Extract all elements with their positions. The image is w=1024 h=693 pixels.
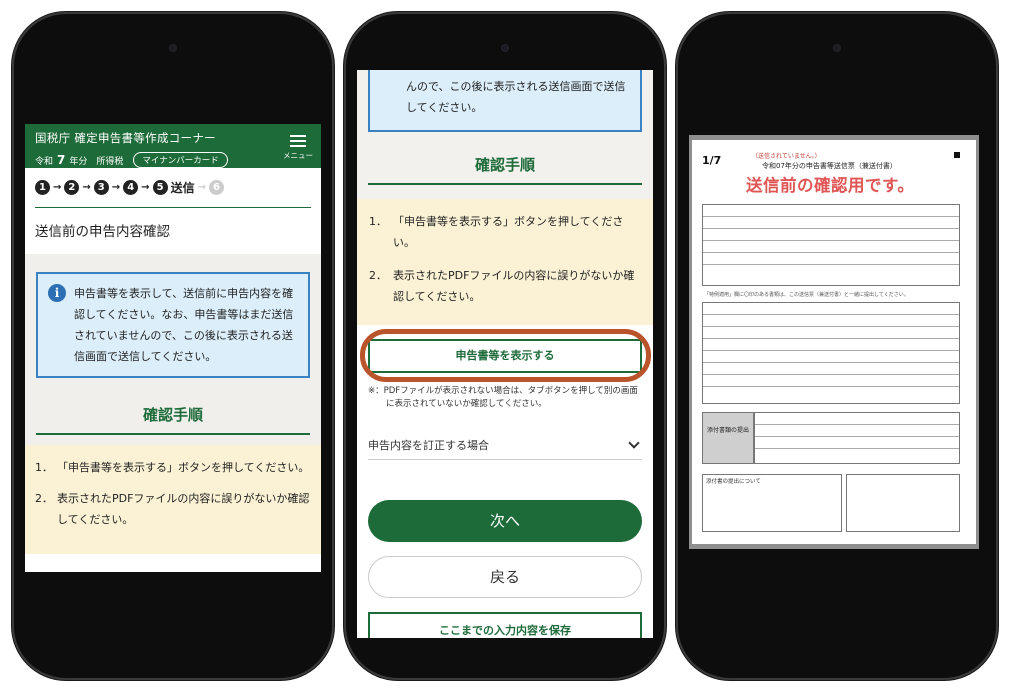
section-divider: [36, 433, 310, 435]
step-3-icon: 3: [93, 180, 109, 195]
list-item: 1． 「申告書等を表示する」ボタンを押してください。: [369, 215, 624, 249]
pdf-document[interactable]: 1/7 （送信されていません。） 令和07年分の申告書等送信票（兼送付書） 送信…: [692, 140, 976, 544]
step-4-icon: 4: [123, 180, 139, 195]
not-sent-warning: （送信されていません。）: [752, 153, 821, 160]
corner-mark: [954, 152, 960, 158]
camera-icon: [169, 44, 177, 52]
info-box: んので、この後に表示される送信画面で送信してください。: [368, 70, 642, 132]
section-note: 「特例適用」欄に〇印のある書類は、この送信票（兼送付書）と一緒に提出してください…: [704, 292, 909, 298]
step-5-icon: 5: [152, 180, 168, 195]
section-title: 確認手順: [474, 156, 535, 174]
section-divider: [368, 183, 642, 185]
list-item: 2． 表示されたPDFファイルの内容に誤りがないか確認してください。: [369, 269, 635, 303]
step-indicator: 1 → 2 → 3 → 4 → 5 送信 → 6: [25, 168, 321, 196]
phone-frame-1: 国税庁 確定申告書等作成コーナー 令和 7 年分 所得税 マイナンバーカード メ…: [14, 14, 332, 678]
screen-pdf-preview: 1/7 （送信されていません。） 令和07年分の申告書等送信票（兼送付書） 送信…: [689, 135, 979, 549]
chevron-down-icon: [628, 437, 640, 449]
camera-icon: [501, 44, 509, 52]
action-area: 申告書等を表示する ※：PDFファイルが表示されない場合は、タブボタンを押して別…: [357, 325, 653, 638]
page-indicator: 1/7: [702, 154, 722, 167]
current-step-label: 送信: [170, 181, 195, 195]
arrow-right-icon: →: [111, 182, 121, 193]
phone-frame-3: 1/7 （送信されていません。） 令和07年分の申告書等送信票（兼送付書） 送信…: [678, 14, 996, 678]
step-2-icon: 2: [64, 180, 80, 195]
arrow-right-icon: →: [141, 182, 150, 193]
save-input-button[interactable]: ここまでの入力内容を保存: [368, 612, 642, 638]
app-header: 国税庁 確定申告書等作成コーナー 令和 7 年分 所得税 マイナンバーカード メ…: [25, 124, 321, 168]
receipt-box: [846, 474, 960, 532]
form-table-top: [702, 204, 960, 286]
form-table-attachment: [754, 412, 960, 464]
attachment-label: 添付書類の提出: [702, 412, 754, 464]
screen-confirm-scrolled: んので、この後に表示される送信画面で送信してください。 確認手順 1． 「申告書等…: [357, 70, 653, 638]
pdf-note: ※：PDFファイルが表示されない場合は、タブボタンを押して別の画面に表示されてい…: [368, 386, 638, 409]
arrow-right-icon: →: [53, 182, 62, 193]
procedure-list: 1． 「申告書等を表示する」ボタンを押してください。 2． 表示されたPDFファイル…: [369, 211, 641, 307]
section-title: 確認手順: [142, 406, 203, 424]
correction-accordion[interactable]: 申告内容を訂正する場合: [368, 437, 642, 460]
procedure-list: 1． 「申告書等を表示する」ボタンを押してください。 2． 表示されたPDFファイル…: [35, 457, 311, 530]
list-item: 1． 「申告書等を表示する」ボタンを押してください。: [35, 461, 310, 474]
next-button[interactable]: 次へ: [368, 500, 642, 542]
era-label: 令和: [35, 156, 54, 167]
phone-frame-2: んので、この後に表示される送信画面で送信してください。 確認手順 1． 「申告書等…: [346, 14, 664, 678]
year-suffix: 年分: [69, 156, 88, 167]
footer-heading: 添付書の提出について: [706, 479, 761, 485]
back-button[interactable]: 戻る: [368, 556, 642, 598]
info-icon: i: [48, 284, 66, 302]
info-box: i 申告書等を表示して、送信前に申告内容を確認してください。なお、申告書等はまだ…: [36, 272, 310, 378]
tax-year-bar: 令和 7 年分 所得税 マイナンバーカード: [35, 152, 311, 168]
year-value: 7: [57, 153, 66, 167]
menu-button[interactable]: メニュー: [283, 132, 313, 161]
show-pdf-button[interactable]: 申告書等を表示する: [368, 339, 642, 373]
arrow-right-icon: →: [197, 182, 206, 193]
info-text: 申告書等を表示して、送信前に申告内容を確認してください。なお、申告書等はまだ送信…: [74, 287, 294, 363]
procedure-box: 1． 「申告書等を表示する」ボタンを押してください。 2． 表示されたPDFファイル…: [357, 199, 653, 325]
hamburger-icon: [290, 135, 306, 147]
preview-watermark: 送信前の確認用です。: [746, 176, 915, 195]
camera-icon: [833, 44, 841, 52]
procedure-box: 1． 「申告書等を表示する」ボタンを押してください。 2． 表示されたPDFファイル…: [25, 445, 321, 554]
tax-type: 所得税: [96, 156, 124, 167]
list-item: 2． 表示されたPDFファイルの内容に誤りがないか確認してください。: [35, 492, 310, 526]
mynumber-card-button[interactable]: マイナンバーカード: [133, 152, 228, 168]
content-area: i 申告書等を表示して、送信前に申告内容を確認してください。なお、申告書等はまだ…: [25, 254, 321, 445]
footer-box: 添付書の提出について: [702, 474, 842, 532]
form-table-middle: [702, 302, 960, 404]
page-title: 送信前の申告内容確認: [35, 224, 170, 240]
accordion-label: 申告内容を訂正する場合: [368, 439, 489, 452]
arrow-right-icon: →: [82, 182, 91, 193]
document-title: 令和07年分の申告書等送信票（兼送付書）: [762, 162, 897, 170]
menu-label: メニュー: [283, 151, 313, 160]
app-title: 国税庁 確定申告書等作成コーナー: [35, 131, 216, 145]
step-1-icon: 1: [35, 180, 50, 195]
screen-confirm-top: 国税庁 確定申告書等作成コーナー 令和 7 年分 所得税 マイナンバーカード メ…: [25, 124, 321, 572]
pdf-button-wrap: 申告書等を表示する: [360, 329, 651, 382]
step-6-icon: 6: [208, 180, 224, 195]
